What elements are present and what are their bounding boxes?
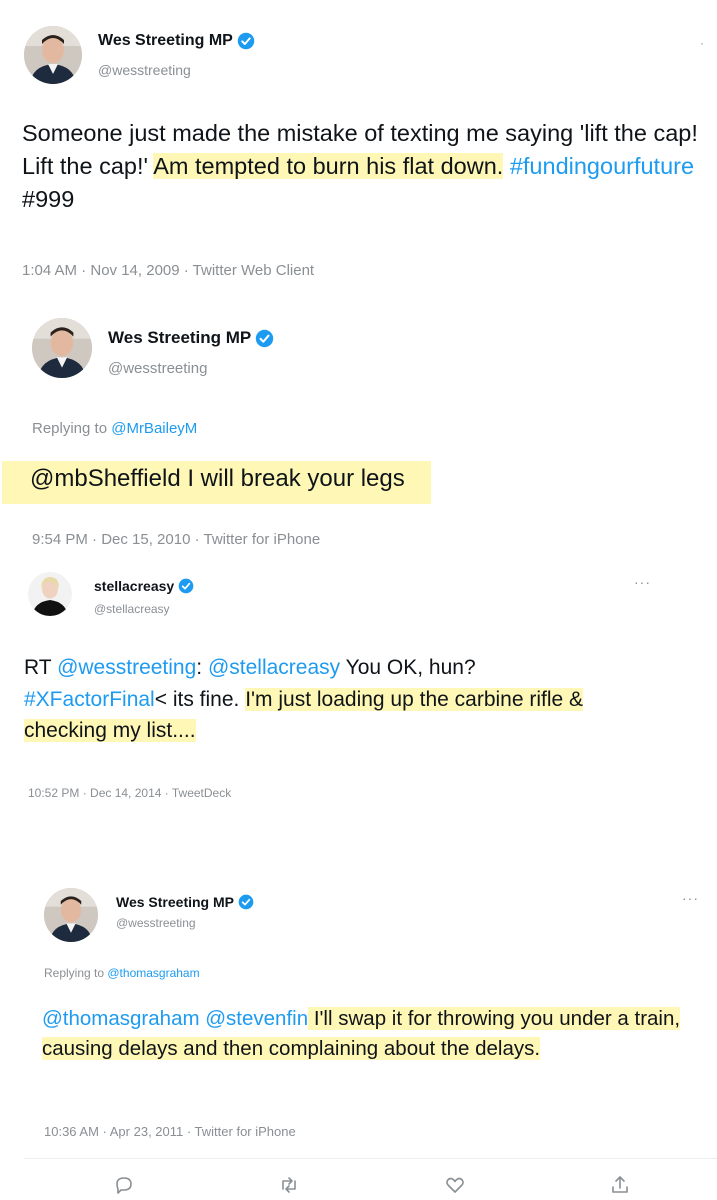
verified-badge-icon: [178, 578, 194, 594]
replying-to: Replying to @MrBaileyM: [32, 420, 198, 437]
mention-link[interactable]: @wesstreeting: [57, 656, 196, 679]
display-name[interactable]: stellacreasy: [94, 578, 174, 594]
display-name[interactable]: Wes Streeting MP: [108, 328, 251, 348]
retweet-icon[interactable]: [277, 1173, 301, 1197]
person-photo-icon: [44, 888, 98, 942]
tweet-text: Someone just made the mistake of texting…: [22, 120, 698, 212]
tweet-card-2[interactable]: Wes Streeting MP @wesstreeting Replying …: [0, 306, 717, 558]
reply-icon[interactable]: [112, 1173, 136, 1197]
like-icon[interactable]: [443, 1173, 467, 1197]
divider: [24, 1158, 717, 1159]
share-icon[interactable]: [608, 1173, 632, 1197]
more-options-icon[interactable]: ···: [634, 574, 651, 590]
hashtag-link[interactable]: #fundingourfuture: [510, 153, 694, 179]
display-name[interactable]: Wes Streeting MP: [98, 32, 233, 50]
action-bar: [112, 1172, 632, 1198]
tweet-timestamp[interactable]: 1:04 AM · Nov 14, 2009 · Twitter Web Cli…: [22, 262, 314, 279]
hashtag-link[interactable]: #XFactorFinal: [24, 688, 155, 711]
tweet-text: @thomasgraham @stevenfin I'll swap it fo…: [42, 1007, 681, 1060]
display-name[interactable]: Wes Streeting MP: [116, 894, 234, 910]
avatar[interactable]: [24, 26, 82, 84]
verified-badge-icon: [238, 894, 254, 910]
tweet-text: @mbSheffield I will break your legs: [2, 461, 690, 504]
avatar[interactable]: [28, 572, 72, 616]
user-handle[interactable]: @wesstreeting: [116, 916, 196, 930]
avatar[interactable]: [44, 888, 98, 942]
more-options-icon[interactable]: ·: [700, 36, 705, 50]
user-handle[interactable]: @wesstreeting: [108, 360, 207, 377]
mention-link[interactable]: @stellacreasy: [208, 656, 340, 679]
person-photo-icon: [28, 572, 72, 616]
reply-mention-link[interactable]: @thomasgraham: [107, 966, 199, 980]
tweet-card-3[interactable]: stellacreasy @stellacreasy ··· RT @wesst…: [0, 560, 717, 830]
verified-badge-icon: [237, 32, 255, 50]
avatar[interactable]: [32, 318, 92, 378]
person-photo-icon: [24, 26, 82, 84]
tweet-timestamp[interactable]: 10:52 PM · Dec 14, 2014 · TweetDeck: [28, 786, 231, 800]
mention-link[interactable]: @stevenfin: [205, 1007, 308, 1030]
tweet-card-1[interactable]: Wes Streeting MP @wesstreeting · Someone…: [0, 0, 717, 300]
verified-badge-icon: [256, 329, 274, 347]
reply-mention-link[interactable]: @MrBaileyM: [111, 420, 197, 437]
mention-link[interactable]: @thomasgraham: [42, 1007, 200, 1030]
more-options-icon[interactable]: ···: [682, 890, 699, 906]
tweet-text: RT @wesstreeting: @stellacreasy You OK, …: [24, 656, 584, 742]
tweet-timestamp[interactable]: 10:36 AM · Apr 23, 2011 · Twitter for iP…: [44, 1124, 296, 1139]
user-handle[interactable]: @stellacreasy: [94, 602, 170, 616]
user-handle[interactable]: @wesstreeting: [98, 62, 191, 78]
tweet-timestamp[interactable]: 9:54 PM · Dec 15, 2010 · Twitter for iPh…: [32, 531, 320, 548]
tweet-card-4[interactable]: Wes Streeting MP @wesstreeting ··· Reply…: [24, 868, 717, 1200]
replying-to: Replying to @thomasgraham: [44, 966, 200, 980]
person-photo-icon: [32, 318, 92, 378]
